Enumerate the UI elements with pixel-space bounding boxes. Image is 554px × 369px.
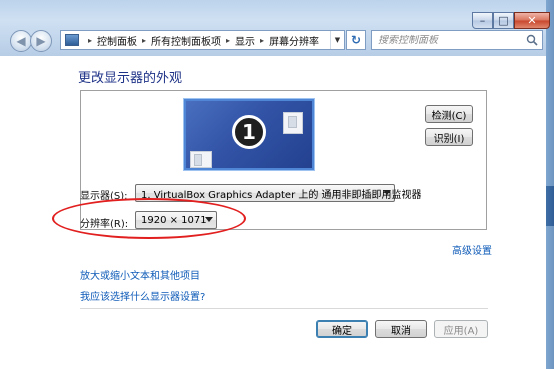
display-settings-help-link[interactable]: 我应该选择什么显示器设置? (80, 288, 205, 303)
breadcrumb-screen-resolution[interactable]: 屏幕分辨率 (269, 33, 319, 48)
dropdown-arrow-icon (383, 190, 391, 195)
search-input[interactable] (378, 34, 518, 46)
advanced-settings-link[interactable]: 高级设置 (452, 242, 492, 257)
caption-buttons: – □ ✕ (472, 12, 550, 29)
back-icon: ◀ (16, 34, 26, 48)
search-box[interactable] (371, 30, 543, 50)
window-right-edge (546, 0, 554, 369)
refresh-icon: ↻ (350, 33, 362, 47)
address-dropdown-button[interactable]: ▼ (330, 31, 344, 49)
mini-window-icon (283, 112, 303, 134)
identify-button[interactable]: 识别(I) (425, 128, 473, 146)
cancel-button[interactable]: 取消 (375, 320, 427, 338)
content-area: 更改显示器的外观 1 检测(C) 识别(I) 显示器(S): 1. Virtua… (0, 56, 546, 369)
edge-notch (546, 186, 554, 226)
back-button[interactable]: ◀ (10, 30, 32, 52)
detect-button[interactable]: 检测(C) (425, 105, 473, 123)
close-button[interactable]: ✕ (514, 12, 550, 29)
refresh-button[interactable]: ↻ (346, 30, 366, 50)
footer-divider (80, 308, 488, 309)
breadcrumb-control-panel[interactable]: 控制面板 (97, 33, 137, 48)
text-size-link[interactable]: 放大或缩小文本和其他项目 (80, 267, 200, 282)
control-panel-icon (65, 34, 79, 46)
minimize-button[interactable]: – (472, 12, 493, 29)
breadcrumb-all-items[interactable]: 所有控制面板项 (151, 33, 221, 48)
breadcrumb-display[interactable]: 显示 (235, 33, 255, 48)
apply-button[interactable]: 应用(A) (434, 320, 488, 338)
highlight-ellipse (52, 198, 246, 239)
monitor-preview[interactable]: 1 (183, 98, 315, 171)
breadcrumb-separator[interactable]: ▸ (88, 36, 92, 45)
mini-window-pane (194, 154, 202, 166)
page-title: 更改显示器的外观 (78, 71, 183, 86)
mini-window-pane (288, 116, 297, 128)
breadcrumb-separator[interactable]: ▸ (260, 36, 264, 45)
forward-icon: ▶ (36, 34, 46, 48)
forward-button[interactable]: ▶ (30, 30, 52, 52)
breadcrumb-separator[interactable]: ▸ (226, 36, 230, 45)
display-select-value: 1. VirtualBox Graphics Adapter 上的 通用非即插即… (141, 189, 422, 201)
breadcrumb-separator[interactable]: ▸ (142, 36, 146, 45)
monitor-number-badge: 1 (232, 115, 266, 149)
search-icon[interactable] (526, 34, 538, 46)
maximize-button[interactable]: □ (493, 12, 514, 29)
ok-button[interactable]: 确定 (316, 320, 368, 338)
dropdown-arrow-icon: ▼ (334, 36, 341, 44)
mini-window-icon (190, 151, 212, 168)
address-bar[interactable]: ▸ 控制面板 ▸ 所有控制面板项 ▸ 显示 ▸ 屏幕分辨率 ▼ (60, 30, 345, 50)
